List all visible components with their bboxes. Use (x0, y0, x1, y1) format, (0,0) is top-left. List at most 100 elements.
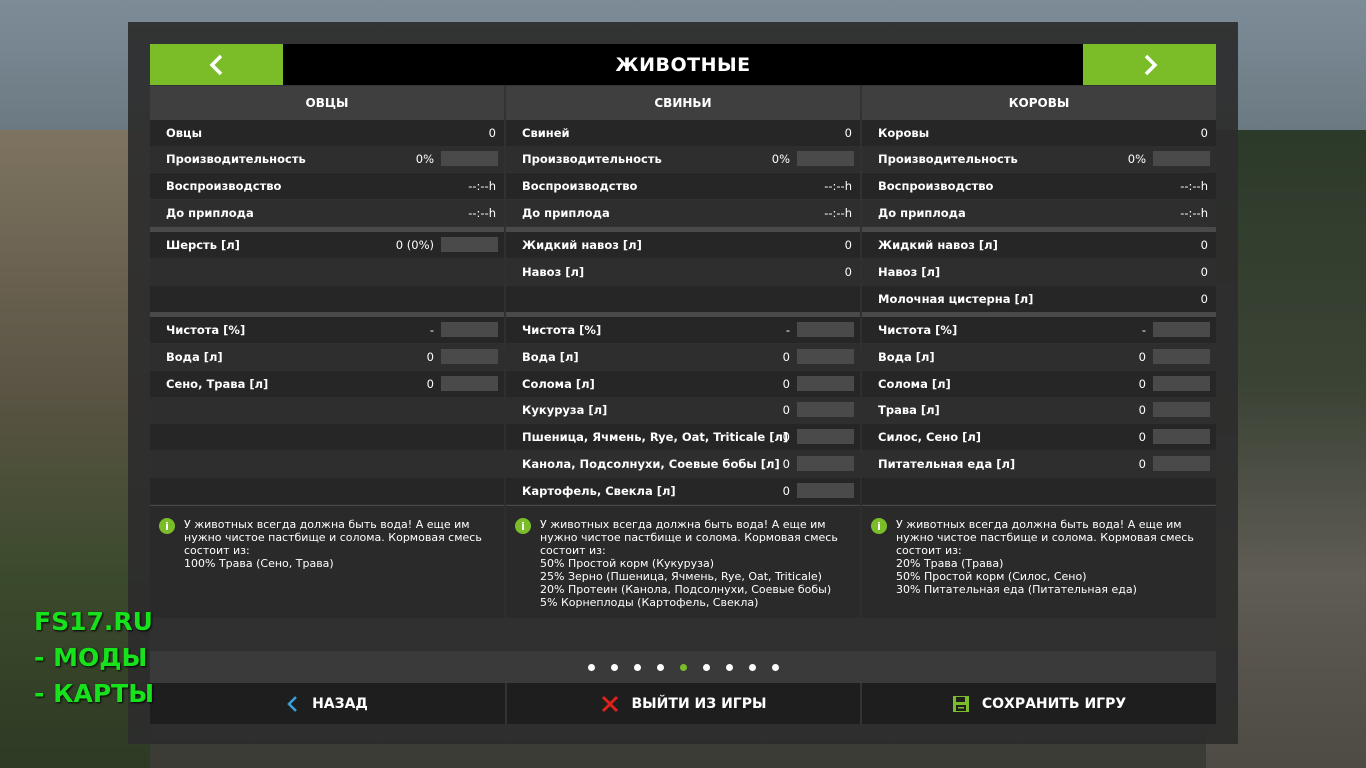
row-label: Производительность (878, 152, 1018, 166)
row-value: --:--h (1180, 206, 1208, 220)
progress-bar (441, 237, 498, 252)
stat-row: Овцы 0 (150, 120, 504, 146)
progress-bar (797, 322, 854, 337)
page-dot[interactable] (702, 663, 710, 671)
row-value: 0 (1138, 457, 1146, 471)
progress-bar (441, 349, 498, 364)
page-dot[interactable] (679, 663, 687, 671)
row-label: До приплода (522, 206, 610, 220)
product-row (150, 259, 504, 285)
need-row: Пшеница, Ячмень, Rye, Oat, Triticale [л]… (506, 424, 860, 450)
progress-bar (797, 376, 854, 391)
progress-bar (1153, 456, 1210, 471)
site-watermark: FS17.RU - МОДЫ - КАРТЫ (34, 604, 154, 712)
row-label: Солома [л] (878, 377, 951, 391)
page-title: ЖИВОТНЫЕ (615, 53, 751, 76)
need-row (150, 451, 504, 477)
need-row (150, 424, 504, 450)
row-value: 0 (782, 484, 790, 498)
previous-page-button[interactable] (150, 44, 283, 85)
row-value: 0 (1138, 430, 1146, 444)
watermark-line: - КАРТЫ (34, 679, 155, 708)
need-row: Вода [л] 0 (862, 344, 1216, 370)
row-label: Свиней (522, 126, 570, 140)
row-label: Кукуруза [л] (522, 403, 608, 417)
stat-row: До приплода --:--h (506, 200, 860, 226)
progress-bar (797, 483, 854, 498)
stat-row: До приплода --:--h (862, 200, 1216, 226)
progress-bar (797, 402, 854, 417)
save-game-button[interactable]: СОХРАНИТЬ ИГРУ (862, 683, 1216, 724)
row-label: Чистота [%] (522, 323, 602, 337)
page-dot[interactable] (725, 663, 733, 671)
chevron-left-icon (209, 54, 222, 75)
info-icon: i (871, 518, 887, 534)
product-row: Навоз [л] 0 (506, 259, 860, 285)
row-label: Пшеница, Ячмень, Rye, Oat, Triticale [л] (522, 430, 789, 444)
row-label: Коровы (878, 126, 930, 140)
row-value: 0% (771, 152, 790, 166)
progress-bar (1153, 429, 1210, 444)
row-value: 0 (782, 350, 790, 364)
info-box: i У животных всегда должна быть вода! А е… (506, 506, 860, 618)
column-header: КОРОВЫ (862, 86, 1216, 120)
info-icon: i (515, 518, 531, 534)
need-row: Вода [л] 0 (150, 344, 504, 370)
need-row (862, 478, 1216, 504)
row-label: Навоз [л] (878, 265, 941, 279)
need-row (150, 478, 504, 504)
need-row: Чистота [%] - (862, 317, 1216, 343)
animal-column: СВИНЬИ Свиней 0 Производительность 0% Воспрои… (506, 86, 860, 618)
row-label: Жидкий навоз [л] (522, 238, 642, 252)
stat-row: Воспроизводство --:--h (506, 173, 860, 199)
progress-bar (441, 322, 498, 337)
page-dot[interactable] (748, 663, 756, 671)
column-header: СВИНЬИ (506, 86, 860, 120)
row-label: Чистота [%] (166, 323, 246, 337)
progress-bar (1153, 349, 1210, 364)
row-value: 0 (782, 403, 790, 417)
stat-row: До приплода --:--h (150, 200, 504, 226)
product-row: Жидкий навоз [л] 0 (506, 232, 860, 258)
row-label: Шерсть [л] (166, 238, 240, 252)
row-label: Чистота [%] (878, 323, 958, 337)
row-label: Питательная еда [л] (878, 457, 1016, 471)
need-row: Сено, Трава [л] 0 (150, 371, 504, 397)
close-icon (601, 695, 618, 712)
progress-bar (1153, 402, 1210, 417)
product-row: Навоз [л] 0 (862, 259, 1216, 285)
page-dot[interactable] (587, 663, 595, 671)
quit-label: ВЫЙТИ ИЗ ИГРЫ (631, 695, 767, 712)
quit-game-button[interactable]: ВЫЙТИ ИЗ ИГРЫ (506, 683, 860, 724)
need-row: Питательная еда [л] 0 (862, 451, 1216, 477)
row-value: 0 (1138, 403, 1146, 417)
row-value: 0 (782, 430, 790, 444)
page-dot[interactable] (656, 663, 664, 671)
need-row: Картофель, Свекла [л] 0 (506, 478, 860, 504)
progress-bar (1153, 376, 1210, 391)
animal-column: КОРОВЫ Коровы 0 Производительность 0% Воспрои… (862, 86, 1216, 618)
progress-bar (797, 456, 854, 471)
stat-row: Воспроизводство --:--h (150, 173, 504, 199)
row-label: Вода [л] (166, 350, 223, 364)
need-row: Трава [л] 0 (862, 397, 1216, 423)
need-row: Чистота [%] - (506, 317, 860, 343)
page-dot[interactable] (771, 663, 779, 671)
row-value: - (429, 323, 434, 337)
row-label: Вода [л] (878, 350, 935, 364)
column-header: ОВЦЫ (150, 86, 504, 120)
row-label: До приплода (166, 206, 254, 220)
row-label: Картофель, Свекла [л] (522, 484, 676, 498)
row-value: 0 (844, 265, 852, 279)
stat-row: Производительность 0% (150, 146, 504, 172)
row-label: Силос, Сено [л] (878, 430, 982, 444)
animal-column: ОВЦЫ Овцы 0 Производительность 0% Воспроизвод… (150, 86, 504, 618)
page-dot[interactable] (633, 663, 641, 671)
row-label: Молочная цистерна [л] (878, 292, 1034, 306)
page-dot[interactable] (610, 663, 618, 671)
row-label: Сено, Трава [л] (166, 377, 269, 391)
back-button[interactable]: НАЗАД (150, 683, 504, 724)
row-label: Трава [л] (878, 403, 940, 417)
info-box: i У животных всегда должна быть вода! А е… (150, 506, 504, 618)
next-page-button[interactable] (1083, 44, 1216, 85)
